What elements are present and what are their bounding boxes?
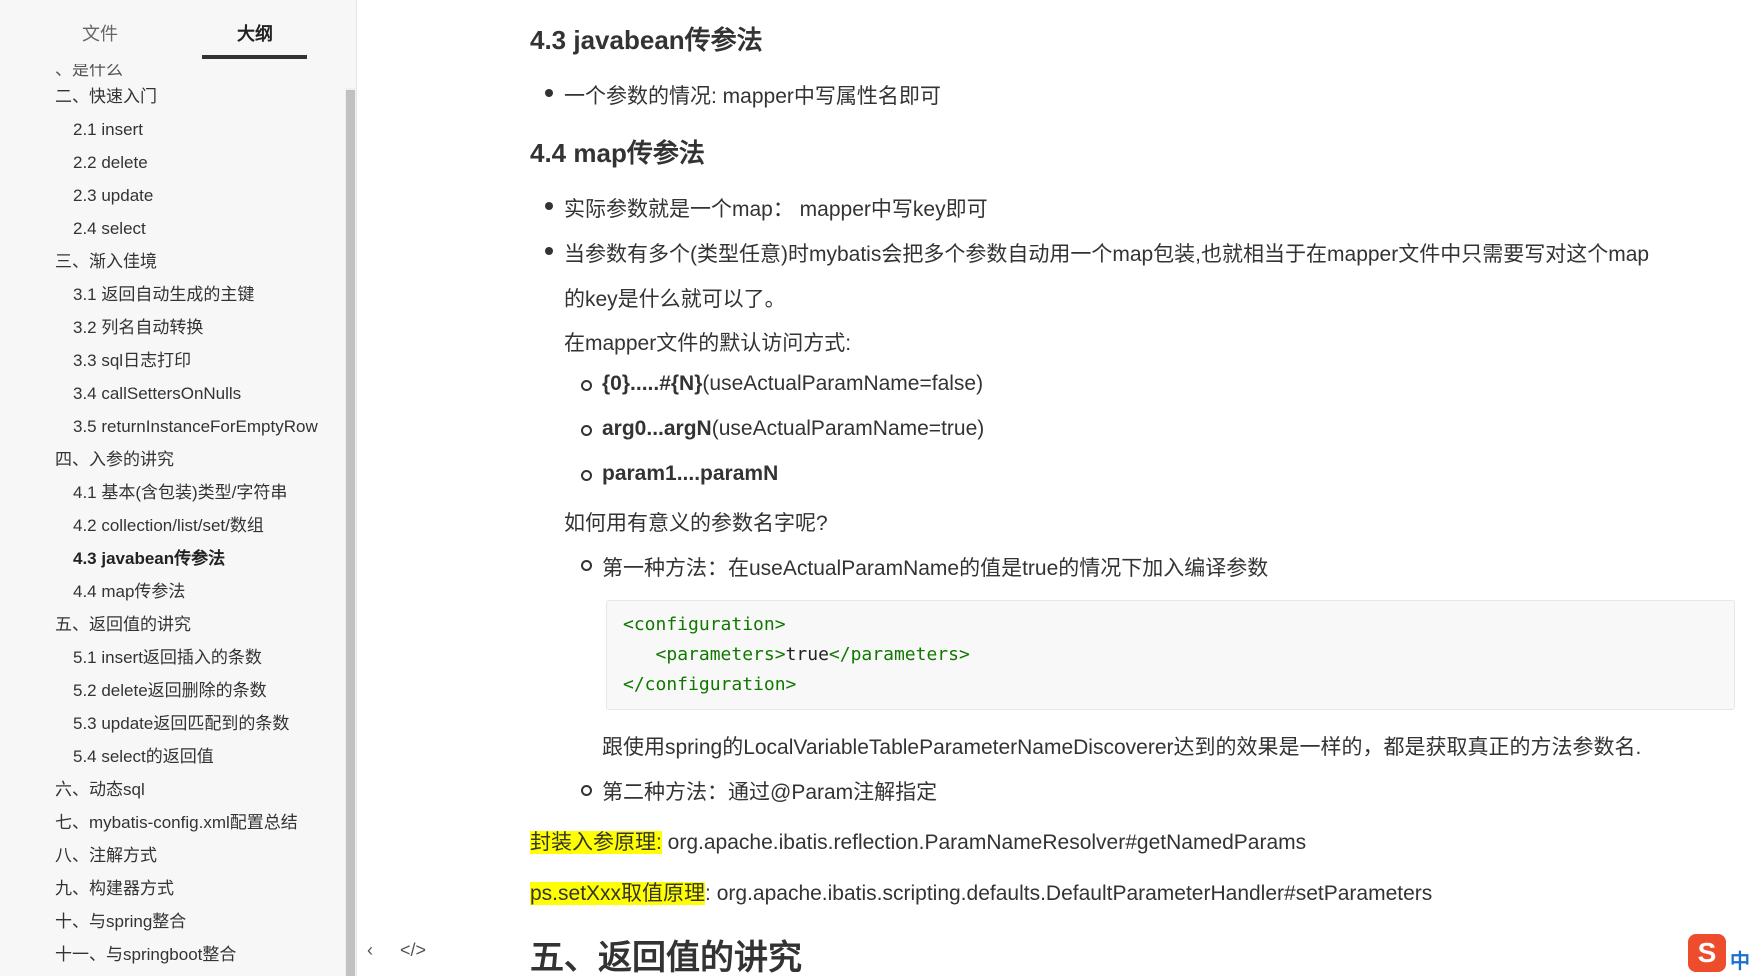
- sub-item-arg: arg0...argN(useActualParamName=true): [602, 417, 984, 441]
- sub-item-index-bold: {0}.....#{N}: [602, 372, 703, 395]
- outline-item[interactable]: 八、注解方式: [0, 839, 345, 872]
- outline-item[interactable]: 3.4 callSettersOnNulls: [0, 377, 345, 410]
- outline-item[interactable]: 5.3 update返回匹配到的条数: [0, 707, 345, 740]
- code-tag: </parameters>: [828, 644, 970, 665]
- code-tag: <parameters>: [655, 644, 786, 665]
- code-line-2: <parameters>true</parameters>: [623, 644, 970, 665]
- outline-item[interactable]: 4.4 map传参法: [0, 575, 345, 608]
- outline-item[interactable]: 3.5 returnInstanceForEmptyRow: [0, 410, 345, 443]
- circle-bullet-icon: [581, 380, 592, 391]
- outline-item[interactable]: 3.2 列名自动转换: [0, 311, 345, 344]
- bullet-icon: [545, 247, 553, 255]
- sidebar: 文件 大纲 、是什么 二、快速入门 2.1 insert 2.2 delete 2.3…: [0, 0, 357, 976]
- method-one: 第一种方法：在useActualParamName的值是true的情况下加入编译…: [602, 557, 1269, 580]
- sub-item-index: {0}.....#{N}(useActualParamName=false): [602, 372, 983, 396]
- collapse-sidebar-icon[interactable]: ‹: [367, 940, 373, 961]
- outline-item[interactable]: 2.3 update: [0, 179, 345, 212]
- sub-item-index-rest: (useActualParamName=false): [702, 372, 984, 395]
- circle-bullet-icon: [581, 785, 592, 796]
- outline-item[interactable]: 九、构建器方式: [0, 872, 345, 905]
- outline-item[interactable]: 2.2 delete: [0, 146, 345, 179]
- outline-item[interactable]: 五、返回值的讲究: [0, 608, 345, 641]
- outline-item[interactable]: 七、mybatis-config.xml配置总结: [0, 806, 345, 839]
- active-tab-indicator: [202, 55, 307, 59]
- heading-5: 五、返回值的讲究: [530, 939, 802, 976]
- paragraph-after-code: 跟使用spring的LocalVariableTableParameterNam…: [602, 736, 1642, 759]
- outline-item[interactable]: 2.1 insert: [0, 113, 345, 146]
- outline-item[interactable]: 三、渐入佳境: [0, 245, 345, 278]
- code-text: true: [785, 644, 829, 665]
- source-code-toggle-icon[interactable]: </>: [400, 940, 426, 961]
- outline-item[interactable]: 二、快速入门: [0, 80, 345, 113]
- circle-bullet-icon: [581, 560, 592, 571]
- tab-outline[interactable]: 大纲: [205, 20, 305, 46]
- code-tag: <configuration>: [623, 614, 786, 635]
- ime-language-indicator[interactable]: 中: [1730, 945, 1750, 974]
- code-line-1: <configuration>: [623, 614, 786, 635]
- document-content: 4.3 javabean传参法 一个参数的情况: mapper中写属性名即可 4…: [357, 0, 1755, 976]
- highlight-label: ps.setXxx取值原理: [530, 882, 706, 905]
- sub-item-arg-rest: (useActualParamName=true): [711, 417, 985, 440]
- tab-files[interactable]: 文件: [50, 20, 150, 46]
- outline-item[interactable]: 5.4 select的返回值: [0, 740, 345, 773]
- paragraph-default-access: 在mapper文件的默认访问方式:: [564, 332, 852, 355]
- highlight-value: : org.apache.ibatis.scripting.defaults.D…: [705, 882, 1433, 905]
- sub-item-param: param1....paramN: [602, 462, 778, 486]
- outline-item[interactable]: 4.2 collection/list/set/数组: [0, 509, 345, 542]
- highlight-value: org.apache.ibatis.reflection.ParamNameRe…: [661, 831, 1307, 854]
- outline-item[interactable]: 4.1 基本(含包装)类型/字符串: [0, 476, 345, 509]
- paragraph-question: 如何用有意义的参数名字呢?: [564, 512, 828, 535]
- heading-4-4: 4.4 map传参法: [530, 138, 705, 168]
- paragraph-multi-param-l2: 的key是什么就可以了。: [564, 288, 786, 311]
- code-tag: </configuration>: [623, 674, 797, 695]
- sub-item-param-bold: param1....paramN: [602, 462, 779, 485]
- outline-item[interactable]: 2.4 select: [0, 212, 345, 245]
- ime-logo-icon[interactable]: S: [1688, 934, 1726, 972]
- paragraph-parameter-handler: ps.setXxx取值原理: org.apache.ibatis.scripti…: [530, 877, 1432, 907]
- bottom-toolbar: ‹ </>: [367, 940, 448, 961]
- sidebar-scrollbar-thumb[interactable]: [346, 90, 355, 976]
- outline-item[interactable]: 5.1 insert返回插入的条数: [0, 641, 345, 674]
- sub-item-arg-bold: arg0...argN: [602, 417, 712, 440]
- paragraph-param-resolver: 封装入参原理: org.apache.ibatis.reflection.Par…: [530, 826, 1306, 856]
- outline-item[interactable]: 十一、与springboot整合: [0, 938, 345, 971]
- outline-item[interactable]: 3.1 返回自动生成的主键: [0, 278, 345, 311]
- paragraph-multi-param-l1: 当参数有多个(类型任意)时mybatis会把多个参数自动用一个map包装,也就相…: [564, 243, 1650, 266]
- highlight-label: 封装入参原理:: [530, 831, 662, 854]
- method-two: 第二种方法：通过@Param注解指定: [602, 781, 938, 804]
- outline-item[interactable]: 四、入参的讲究: [0, 443, 345, 476]
- heading-4-3: 4.3 javabean传参法: [530, 25, 763, 55]
- outline-item[interactable]: 十、与spring整合: [0, 905, 345, 938]
- bullet-icon: [545, 202, 553, 210]
- editor-window: 文件 大纲 、是什么 二、快速入门 2.1 insert 2.2 delete 2.3…: [0, 0, 1755, 976]
- outline-list: 、是什么 二、快速入门 2.1 insert 2.2 delete 2.3 updat…: [0, 64, 345, 976]
- outline-item[interactable]: 3.3 sql日志打印: [0, 344, 345, 377]
- code-block[interactable]: <configuration> <parameters>true</parame…: [606, 600, 1735, 710]
- outline-item-partial[interactable]: 、是什么: [0, 64, 345, 80]
- circle-bullet-icon: [581, 470, 592, 481]
- outline-item[interactable]: 六、动态sql: [0, 773, 345, 806]
- circle-bullet-icon: [581, 425, 592, 436]
- outline-item[interactable]: 5.2 delete返回删除的条数: [0, 674, 345, 707]
- bullet-icon: [545, 89, 553, 97]
- paragraph-javabean: 一个参数的情况: mapper中写属性名即可: [564, 85, 941, 108]
- outline-item[interactable]: 4.3 javabean传参法: [0, 542, 345, 575]
- paragraph-map-key: 实际参数就是一个map： mapper中写key即可: [564, 198, 988, 221]
- code-line-3: </configuration>: [623, 674, 796, 695]
- sidebar-tabs: 文件 大纲: [0, 0, 356, 64]
